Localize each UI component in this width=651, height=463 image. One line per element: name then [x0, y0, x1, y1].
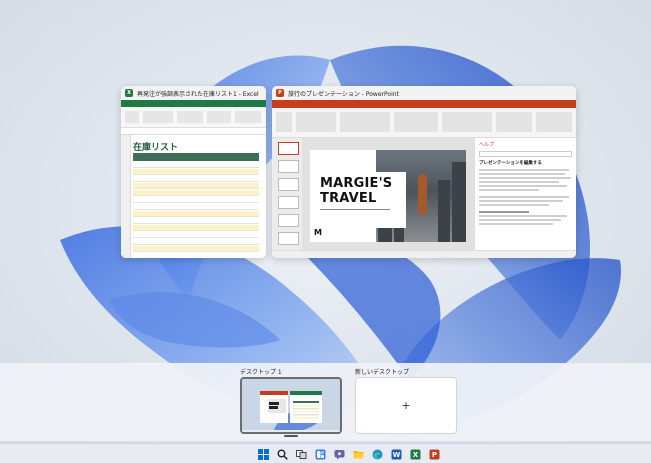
taskbar: W X P	[0, 443, 651, 463]
excel-formula-bar	[121, 128, 266, 135]
desktop-1-thumbnail[interactable]	[240, 377, 342, 434]
slide-initial: M	[314, 228, 322, 237]
help-pane-heading: プレゼンテーションを編集する	[479, 161, 542, 166]
current-slide: MARGIE'S TRAVEL M	[310, 150, 466, 242]
plus-icon: +	[401, 399, 411, 412]
start-icon[interactable]	[257, 448, 269, 460]
desktop-1-label: デスクトップ 1	[240, 369, 282, 376]
slide-canvas: MARGIE'S TRAVEL M	[302, 138, 474, 250]
table-row	[133, 190, 259, 196]
widgets-icon[interactable]	[314, 448, 326, 460]
powerpoint-window-thumbnail[interactable]: P 旅行のプレゼンテーション - PowerPoint MARGIE'S TRA…	[272, 86, 576, 258]
excel-icon[interactable]: X	[409, 448, 421, 460]
desktop-1-preview	[242, 379, 340, 432]
active-desktop-indicator	[284, 435, 298, 437]
powerpoint-icon: P	[276, 89, 284, 97]
edge-icon[interactable]	[371, 448, 383, 460]
excel-window-title: 再発注が強調表示された在庫リスト1 - Excel	[137, 90, 259, 98]
task-view-icon[interactable]	[295, 448, 307, 460]
new-desktop-button[interactable]: +	[355, 377, 457, 434]
word-icon[interactable]: W	[390, 448, 402, 460]
svg-text:X: X	[412, 451, 418, 459]
svg-text:W: W	[392, 451, 400, 459]
help-pane: ヘルプ プレゼンテーションを編集する	[474, 138, 576, 250]
excel-window-thumbnail[interactable]: X 再発注が強調表示された在庫リスト1 - Excel 在庫リスト	[121, 86, 266, 258]
virtual-desktops-bar: デスクトップ 1 新しいデスクトップ +	[0, 363, 651, 441]
help-pane-title: ヘルプ	[479, 142, 495, 148]
slide-title-line2: TRAVEL	[320, 191, 377, 206]
table-row	[133, 232, 259, 238]
table-row	[133, 204, 259, 210]
sheet-title: 在庫リスト	[133, 143, 179, 153]
table-row	[133, 169, 259, 175]
powerpoint-window-title: 旅行のプレゼンテーション - PowerPoint	[288, 90, 399, 98]
chat-icon[interactable]	[333, 448, 345, 460]
new-desktop-label: 新しいデスクトップ	[355, 369, 410, 376]
table-row	[133, 183, 259, 189]
help-search-box	[479, 151, 572, 157]
table-row	[133, 162, 259, 168]
slide-title-line1: MARGIE'S	[320, 176, 393, 191]
powerpoint-ribbon	[272, 100, 576, 138]
file-explorer-icon[interactable]	[352, 448, 364, 460]
table-row	[133, 218, 259, 224]
table-row	[133, 239, 259, 245]
powerpoint-status-bar	[272, 250, 576, 258]
sheet-header-row	[133, 153, 259, 161]
table-row	[133, 225, 259, 231]
slide-subtitle-line	[320, 209, 400, 210]
excel-window-title-bar: X 再発注が強調表示された在庫リスト1 - Excel	[121, 86, 266, 100]
excel-sheet-grid: 在庫リスト	[121, 135, 266, 258]
powerpoint-window-title-bar: P 旅行のプレゼンテーション - PowerPoint	[272, 86, 576, 100]
excel-icon: X	[125, 89, 133, 97]
excel-ribbon	[121, 100, 266, 128]
slide-title-box: MARGIE'S TRAVEL	[314, 172, 406, 228]
slide-thumbnail-pane	[272, 138, 302, 250]
table-row	[133, 211, 259, 217]
table-row	[133, 197, 259, 203]
powerpoint-icon[interactable]: P	[428, 448, 440, 460]
table-row	[133, 176, 259, 182]
svg-text:P: P	[431, 451, 436, 459]
table-row	[133, 246, 259, 252]
search-icon[interactable]	[276, 448, 288, 460]
